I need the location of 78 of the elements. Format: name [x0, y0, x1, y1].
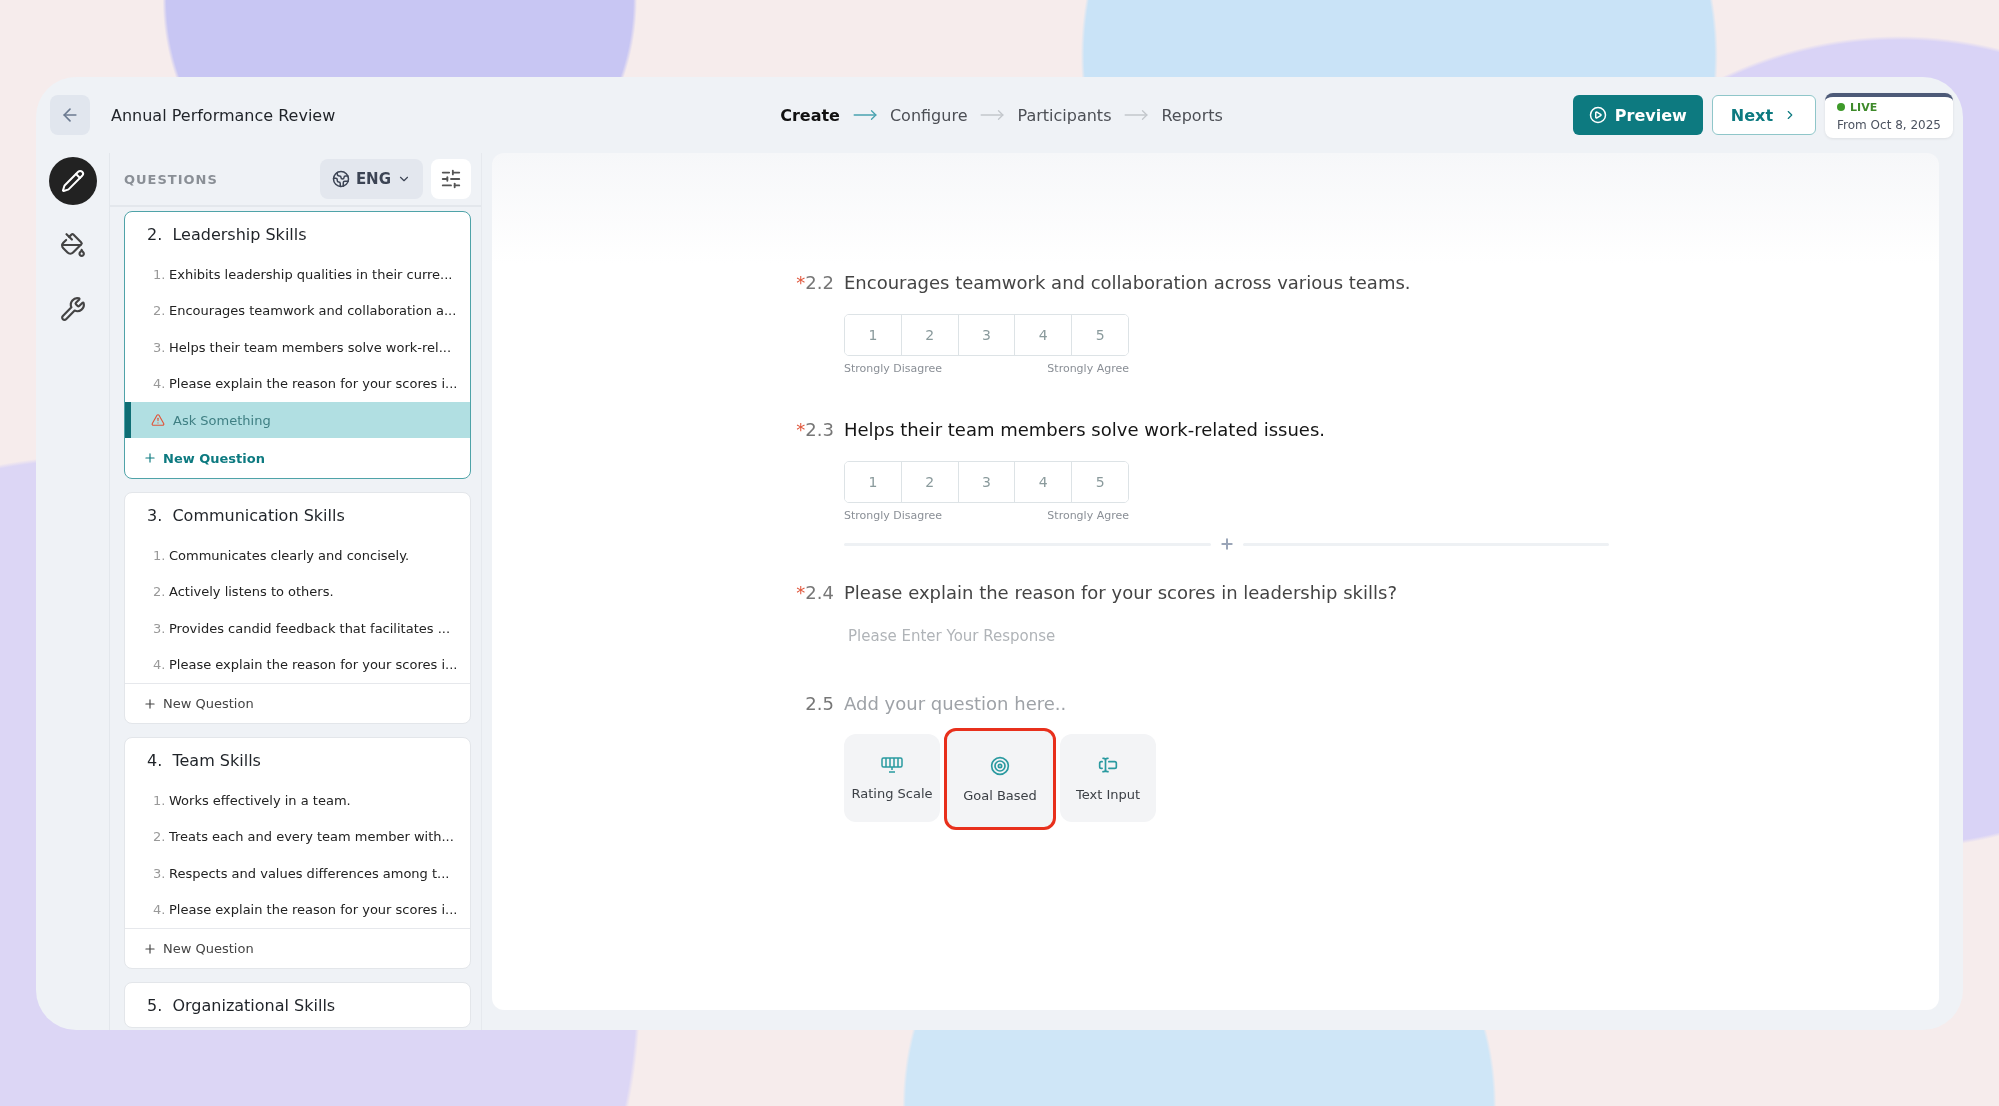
back-button[interactable] [50, 95, 90, 135]
question-number: 4. [153, 657, 167, 673]
plus-icon [143, 451, 157, 465]
question-type-button[interactable]: Goal Based [944, 728, 1056, 830]
required-asterisk: * [796, 582, 806, 603]
question-text[interactable]: Please explain the reason for your scores in leadership skills? [844, 582, 1397, 603]
question-number: *2.4 [795, 582, 835, 603]
rating-bar-icon [881, 755, 903, 774]
question-item[interactable]: Encourages teamwork and collaboration a... [169, 303, 457, 319]
globe-icon [331, 170, 350, 188]
scale-high-label: Strongly Agree [1047, 509, 1129, 522]
question-number: 2. [153, 829, 167, 845]
question-item[interactable]: Works effectively in a team. [169, 792, 351, 808]
question-number: *2.2 [795, 272, 835, 293]
question-number: 2. [153, 584, 167, 600]
target-icon [990, 755, 1010, 776]
play-icon [1588, 106, 1607, 124]
question-number: *2.3 [795, 419, 835, 440]
status-dot [1837, 103, 1846, 111]
status-date: From Oct 8, 2025 [1837, 117, 1941, 132]
scale-low-label: Strongly Disagree [844, 362, 943, 375]
question-input[interactable]: Add your question here.. [844, 693, 1344, 714]
question-text[interactable]: Helps their team members solve work-related issues. [844, 419, 1325, 440]
question-item[interactable]: Respects and values differences among t... [169, 865, 450, 881]
question-number: 4. [153, 376, 167, 392]
step-tab[interactable]: Configure [889, 105, 968, 125]
question-number: 1. [153, 792, 167, 808]
page-title: Annual Performance Review [111, 105, 336, 125]
required-asterisk: * [796, 419, 806, 440]
question-item[interactable]: Please explain the reason for your scores i... [169, 376, 458, 392]
question-item[interactable]: Provides candid feedback that facilitates ... [169, 620, 451, 636]
scale-high-label: Strongly Agree [1047, 362, 1129, 375]
question-number: 3. [153, 620, 167, 636]
step-tab[interactable]: Create [780, 105, 840, 125]
question-item[interactable]: Helps their team members solve work-rel... [169, 339, 452, 355]
new-question-button[interactable]: New Question [125, 928, 470, 968]
scale-low-label: Strongly Disagree [844, 509, 943, 522]
question-number: 2.5 [804, 693, 835, 714]
question-item[interactable]: Please explain the reason for your scores i... [169, 902, 458, 918]
plus-icon [1218, 536, 1235, 552]
panel-heading: QUESTIONS [124, 171, 219, 187]
filter-button[interactable] [431, 159, 471, 199]
section-title[interactable]: 2. Leadership Skills [125, 212, 470, 256]
wrench-icon [59, 296, 86, 322]
new-question-button[interactable]: New Question [125, 438, 470, 478]
paint-bucket-icon [59, 232, 86, 258]
pencil-icon [60, 169, 85, 193]
plus-icon [143, 941, 157, 956]
question-number: 2. [153, 303, 167, 319]
question-number: 1. [153, 547, 167, 563]
preview-button[interactable]: Preview [1572, 95, 1703, 135]
draft-question-text: Ask Something [173, 412, 271, 428]
question-text[interactable]: Encourages teamwork and collaboration across various teams. [844, 272, 1411, 293]
section-title[interactable]: 4. Team Skills [125, 738, 470, 782]
question-item[interactable]: Communicates clearly and concisely. [169, 547, 410, 563]
question-number: 3. [153, 339, 167, 355]
section-title[interactable]: 5. Organizational Skills [125, 983, 470, 1027]
question-item[interactable]: Treats each and every team member with... [169, 829, 454, 845]
question-item[interactable]: Please explain the reason for your scores i... [169, 657, 458, 673]
question-item[interactable]: Actively listens to others. [169, 584, 334, 600]
section-title[interactable]: 3. Communication Skills [125, 493, 470, 537]
question-type-button[interactable]: Text Input [1060, 734, 1156, 822]
question-item[interactable]: Exhibits leadership qualities in their curre... [169, 266, 453, 282]
question-number: 4. [153, 902, 167, 918]
required-asterisk: * [796, 272, 806, 293]
sliders-icon [440, 168, 462, 190]
warning-icon [151, 413, 165, 427]
question-type-button[interactable]: Rating Scale [844, 734, 940, 822]
plus-icon [143, 696, 157, 711]
language-dropdown[interactable]: ENG [319, 159, 423, 199]
question-number: 3. [153, 865, 167, 881]
rail-button[interactable] [48, 157, 97, 205]
new-question-button[interactable]: New Question [125, 683, 470, 723]
status-label: LIVE [1850, 100, 1878, 114]
next-button[interactable]: Next [1711, 95, 1817, 135]
step-tab[interactable]: Participants [1017, 105, 1112, 125]
step-tab[interactable]: Reports [1161, 105, 1223, 125]
question-number: 1. [153, 266, 167, 282]
